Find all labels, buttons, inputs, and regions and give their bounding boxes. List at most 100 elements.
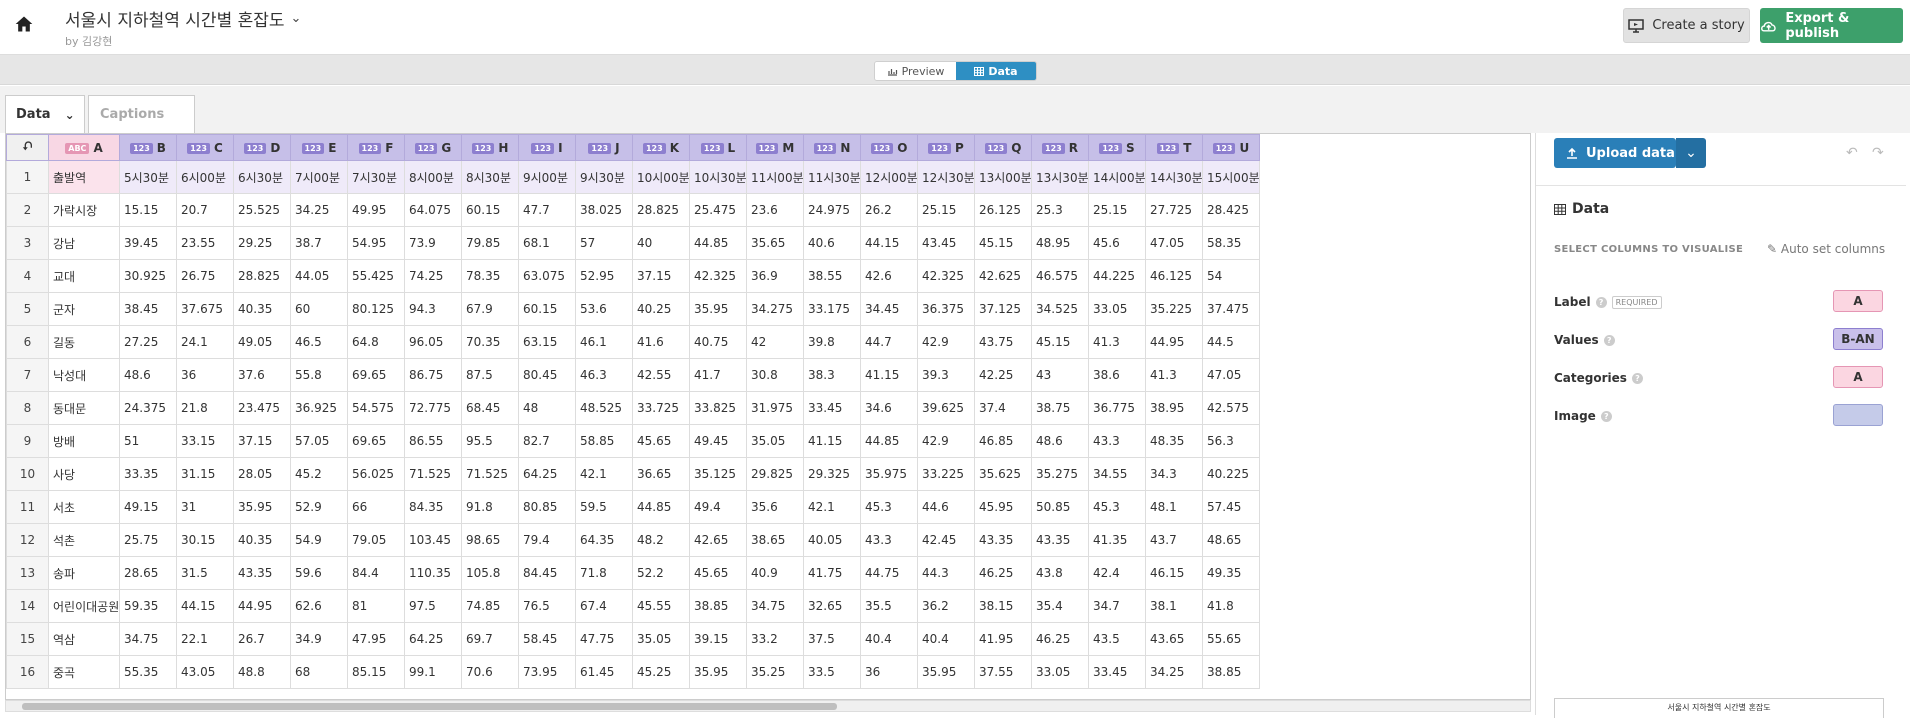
table-cell[interactable]: 79.05	[347, 523, 405, 557]
table-cell[interactable]: 43.3	[1088, 424, 1146, 458]
preview-mode-button[interactable]: Preview	[875, 62, 956, 80]
table-cell[interactable]: 40.75	[689, 325, 747, 359]
table-cell[interactable]: 44.15	[176, 589, 234, 623]
table-cell[interactable]: 44.15	[860, 226, 918, 260]
table-cell[interactable]: 44.6	[917, 490, 975, 524]
table-cell[interactable]: 42.325	[689, 259, 747, 293]
table-cell[interactable]: 46.1	[575, 325, 633, 359]
table-cell[interactable]: 45.15	[1031, 325, 1089, 359]
table-cell[interactable]: 역삼	[48, 622, 120, 656]
table-cell[interactable]: 41.8	[1202, 589, 1260, 623]
table-cell[interactable]: 45.65	[689, 556, 747, 590]
table-cell[interactable]: 61.45	[575, 655, 633, 689]
column-header-u[interactable]: 123 U	[1202, 134, 1260, 161]
table-cell[interactable]: 86.75	[404, 358, 462, 392]
table-cell[interactable]: 33.825	[689, 391, 747, 425]
table-cell[interactable]: 48	[518, 391, 576, 425]
table-cell[interactable]: 45.3	[1088, 490, 1146, 524]
table-cell[interactable]: 48.1	[1145, 490, 1203, 524]
table-cell[interactable]: 45.55	[632, 589, 690, 623]
row-number[interactable]: 4	[6, 259, 49, 293]
table-cell[interactable]: 38.025	[575, 193, 633, 227]
table-cell[interactable]: 41.95	[974, 622, 1032, 656]
table-cell[interactable]: 47.05	[1145, 226, 1203, 260]
data-mode-button[interactable]: Data	[956, 62, 1036, 80]
table-cell[interactable]: 98.65	[461, 523, 519, 557]
table-cell[interactable]: 6시30분	[233, 160, 291, 194]
table-cell[interactable]: 33.725	[632, 391, 690, 425]
table-cell[interactable]: 40	[632, 226, 690, 260]
table-cell[interactable]: 71.525	[461, 457, 519, 491]
create-story-button[interactable]: Create a story	[1623, 8, 1750, 43]
table-cell[interactable]: 49.05	[233, 325, 291, 359]
table-cell[interactable]: 7시00분	[290, 160, 348, 194]
table-cell[interactable]: 군자	[48, 292, 120, 326]
table-cell[interactable]: 86.55	[404, 424, 462, 458]
transpose-icon[interactable]: ⮏	[6, 134, 49, 161]
table-cell[interactable]: 44.85	[860, 424, 918, 458]
table-cell[interactable]: 29.25	[233, 226, 291, 260]
table-cell[interactable]: 37.5	[803, 622, 861, 656]
row-number[interactable]: 11	[6, 490, 49, 524]
table-cell[interactable]: 34.75	[119, 622, 177, 656]
table-cell[interactable]: 38.65	[746, 523, 804, 557]
table-cell[interactable]: 38.6	[1088, 358, 1146, 392]
table-cell[interactable]: 33.45	[1088, 655, 1146, 689]
table-cell[interactable]: 방배	[48, 424, 120, 458]
table-cell[interactable]: 46.575	[1031, 259, 1089, 293]
table-cell[interactable]: 27.25	[119, 325, 177, 359]
table-cell[interactable]: 35.6	[746, 490, 804, 524]
table-cell[interactable]: 58.45	[518, 622, 576, 656]
table-cell[interactable]: 47.95	[347, 622, 405, 656]
table-cell[interactable]: 26.2	[860, 193, 918, 227]
table-cell[interactable]: 24.975	[803, 193, 861, 227]
table-cell[interactable]: 35.25	[746, 655, 804, 689]
table-cell[interactable]: 33.05	[1031, 655, 1089, 689]
table-cell[interactable]: 28.65	[119, 556, 177, 590]
table-cell[interactable]: 43.45	[917, 226, 975, 260]
table-cell[interactable]: 66	[347, 490, 405, 524]
horizontal-scrollbar[interactable]	[5, 700, 1531, 712]
table-cell[interactable]: 58.35	[1202, 226, 1260, 260]
table-cell[interactable]: 33.15	[176, 424, 234, 458]
table-cell[interactable]: 23.475	[233, 391, 291, 425]
table-cell[interactable]: 48.6	[119, 358, 177, 392]
help-icon[interactable]: ?	[1595, 296, 1607, 308]
table-cell[interactable]: 39.45	[119, 226, 177, 260]
table-cell[interactable]: 45.95	[974, 490, 1032, 524]
table-cell[interactable]: 41.35	[1088, 523, 1146, 557]
table-cell[interactable]: 80.45	[518, 358, 576, 392]
table-cell[interactable]: 25.525	[233, 193, 291, 227]
table-cell[interactable]: 가락시장	[48, 193, 120, 227]
table-cell[interactable]: 42.45	[917, 523, 975, 557]
table-cell[interactable]: 44.85	[632, 490, 690, 524]
table-cell[interactable]: 110.35	[404, 556, 462, 590]
table-cell[interactable]: 48.2	[632, 523, 690, 557]
table-cell[interactable]: 33.225	[917, 457, 975, 491]
table-cell[interactable]: 33.05	[1088, 292, 1146, 326]
table-cell[interactable]: 22.1	[176, 622, 234, 656]
table-cell[interactable]: 38.15	[974, 589, 1032, 623]
table-cell[interactable]: 49.95	[347, 193, 405, 227]
table-cell[interactable]: 46.15	[1145, 556, 1203, 590]
table-cell[interactable]: 54	[1202, 259, 1260, 293]
column-header-k[interactable]: 123 K	[632, 134, 690, 161]
table-cell[interactable]: 52.95	[575, 259, 633, 293]
image-column-chip[interactable]	[1833, 404, 1883, 426]
column-header-m[interactable]: 123 M	[746, 134, 804, 161]
table-cell[interactable]: 36.925	[290, 391, 348, 425]
table-cell[interactable]: 44.05	[290, 259, 348, 293]
table-cell[interactable]: 40.05	[803, 523, 861, 557]
table-cell[interactable]: 42.9	[917, 424, 975, 458]
table-cell[interactable]: 40.225	[1202, 457, 1260, 491]
table-cell[interactable]: 36	[176, 358, 234, 392]
table-cell[interactable]: 64.075	[404, 193, 462, 227]
table-cell[interactable]: 36.65	[632, 457, 690, 491]
table-cell[interactable]: 48.35	[1145, 424, 1203, 458]
table-cell[interactable]: 37.15	[233, 424, 291, 458]
table-cell[interactable]: 38.55	[803, 259, 861, 293]
table-cell[interactable]: 38.7	[290, 226, 348, 260]
table-cell[interactable]: 11시00분	[746, 160, 804, 194]
table-cell[interactable]: 48.8	[233, 655, 291, 689]
table-cell[interactable]: 41.6	[632, 325, 690, 359]
